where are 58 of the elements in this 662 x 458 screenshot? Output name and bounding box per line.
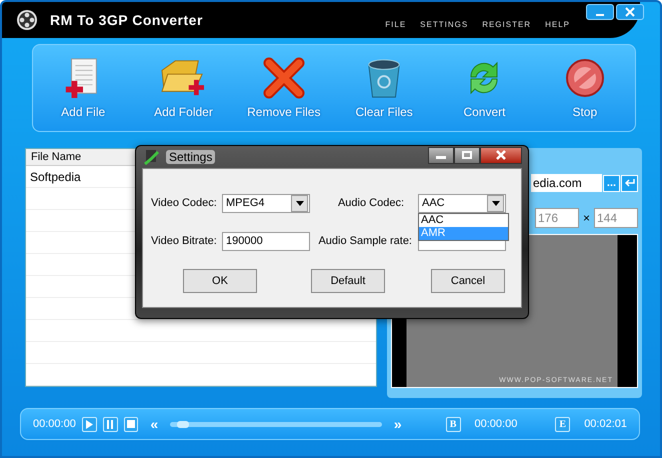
play-icon xyxy=(85,420,94,428)
times-sign: × xyxy=(582,211,590,225)
video-bitrate-field[interactable]: 190000 xyxy=(222,232,310,250)
begin-button[interactable]: B xyxy=(446,416,460,432)
toolbar-button[interactable]: Add Folder xyxy=(135,57,232,119)
menu-item[interactable]: HELP xyxy=(545,20,570,28)
play-button[interactable] xyxy=(82,416,97,432)
height-field[interactable]: 144 xyxy=(594,208,638,228)
video-codec-label: Video Codec: xyxy=(151,197,218,209)
end-button[interactable]: E xyxy=(555,416,570,432)
toolbar-button[interactable]: Convert xyxy=(436,57,532,119)
maximize-button[interactable] xyxy=(454,146,480,164)
stop-icon xyxy=(126,420,135,428)
toolbar-button[interactable]: Stop xyxy=(536,57,633,119)
film-reel-icon xyxy=(16,9,38,31)
enter-button[interactable] xyxy=(621,174,638,192)
video-bitrate-label: Video Bitrate: xyxy=(151,235,218,247)
begin-time: 00:00:00 xyxy=(474,418,518,430)
stop-button[interactable] xyxy=(124,416,138,432)
seek-slider[interactable] xyxy=(170,422,382,426)
dialog-title: Settings xyxy=(166,150,216,164)
close-button[interactable] xyxy=(480,146,522,164)
pause-button[interactable] xyxy=(102,416,118,432)
sample-rate-label: Audio Sample rate: xyxy=(317,235,413,247)
audio-codec-dropdown[interactable]: AAC xyxy=(418,194,506,212)
maximize-icon xyxy=(462,151,472,159)
menu-item[interactable]: FILE xyxy=(385,20,406,28)
dialog-button[interactable]: Default xyxy=(311,269,385,293)
menu-item[interactable]: REGISTER xyxy=(482,20,532,28)
toolbar-button[interactable]: Clear Files xyxy=(336,57,432,119)
position-time: 00:00:00 xyxy=(33,418,76,430)
file-name-cell-text: Softpedia xyxy=(29,170,81,184)
pause-icon xyxy=(106,420,114,428)
caret-icon xyxy=(492,200,500,206)
dialog-button[interactable]: Cancel xyxy=(431,269,505,293)
audio-codec-label: Audio Codec: xyxy=(336,197,405,209)
enter-icon xyxy=(624,179,634,187)
close-icon xyxy=(495,150,507,160)
menu-item[interactable]: SETTINGS xyxy=(420,20,468,28)
width-field[interactable]: 176 xyxy=(534,208,579,228)
dropdown-option[interactable]: AAC xyxy=(419,214,508,226)
video-codec-dropdown[interactable]: MPEG4 xyxy=(222,194,310,212)
toolbar-button[interactable]: Add File xyxy=(35,57,132,119)
cross-icon xyxy=(262,57,305,99)
close-icon xyxy=(625,7,635,17)
rewind-button[interactable]: « xyxy=(150,416,158,432)
dialog-button[interactable]: OK xyxy=(183,269,257,293)
end-time: 00:02:01 xyxy=(584,418,628,430)
forward-button[interactable]: » xyxy=(394,416,402,432)
toolbar-button[interactable]: Remove Files xyxy=(236,57,332,119)
slider-thumb[interactable] xyxy=(176,420,189,428)
caret-icon xyxy=(296,200,304,206)
browse-button[interactable]: ... xyxy=(603,174,620,192)
url-field[interactable]: edia.com xyxy=(531,174,602,192)
prohibition-icon xyxy=(564,57,606,99)
minimize-button[interactable] xyxy=(428,146,454,164)
dropdown-option[interactable]: AMR xyxy=(419,226,508,240)
window-title: RM To 3GP Converter xyxy=(50,12,203,28)
